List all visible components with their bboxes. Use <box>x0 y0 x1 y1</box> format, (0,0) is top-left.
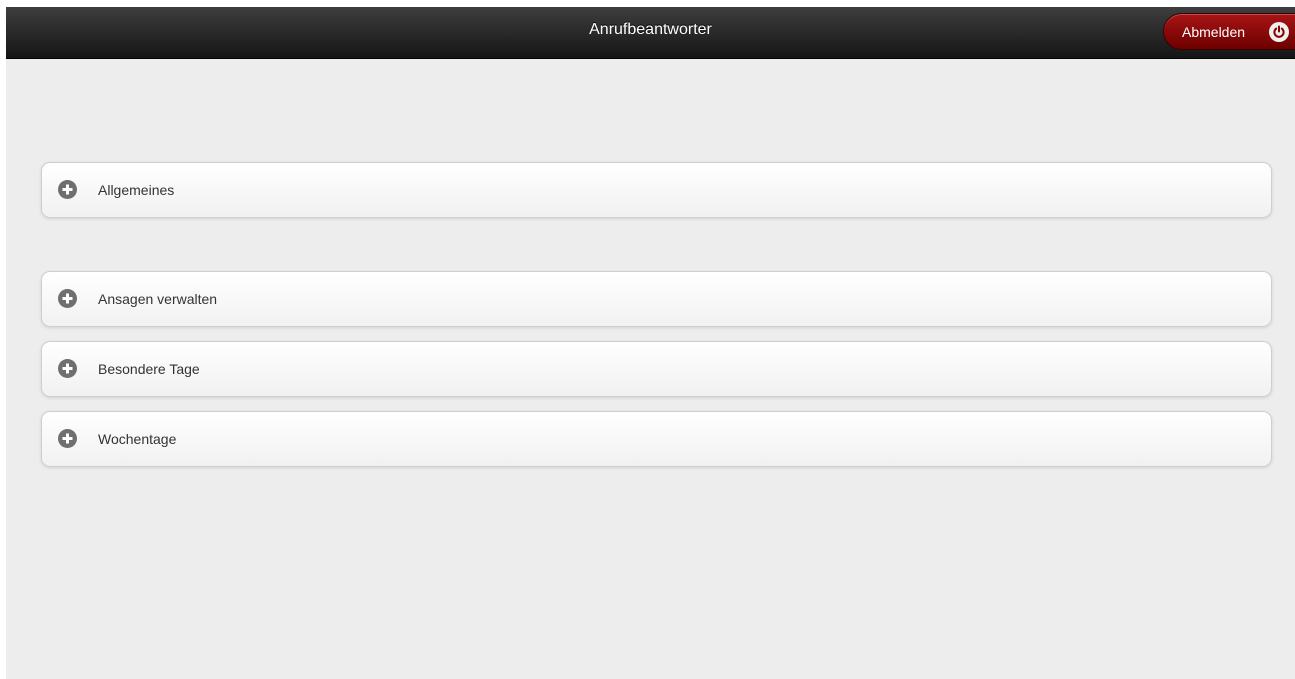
app-window: Anrufbeantworter Abmelden Allgemeines An… <box>6 7 1295 679</box>
section-label: Besondere Tage <box>98 361 200 377</box>
plus-icon <box>58 289 77 308</box>
section-label: Ansagen verwalten <box>98 291 218 307</box>
header-bar: Anrufbeantworter Abmelden <box>6 7 1295 59</box>
plus-icon <box>58 429 77 448</box>
page-title: Anrufbeantworter <box>589 21 712 38</box>
plus-icon <box>58 359 77 378</box>
section-besondere-tage[interactable]: Besondere Tage <box>41 341 1272 397</box>
logout-button-label: Abmelden <box>1182 24 1246 40</box>
plus-icon <box>58 180 77 199</box>
section-wochentage[interactable]: Wochentage <box>41 411 1272 467</box>
power-icon <box>1269 22 1289 42</box>
section-allgemeines[interactable]: Allgemeines <box>41 162 1272 218</box>
logout-button[interactable]: Abmelden <box>1163 13 1295 50</box>
section-label: Wochentage <box>98 431 177 447</box>
section-label: Allgemeines <box>98 182 175 198</box>
section-ansagen-verwalten[interactable]: Ansagen verwalten <box>41 271 1272 327</box>
